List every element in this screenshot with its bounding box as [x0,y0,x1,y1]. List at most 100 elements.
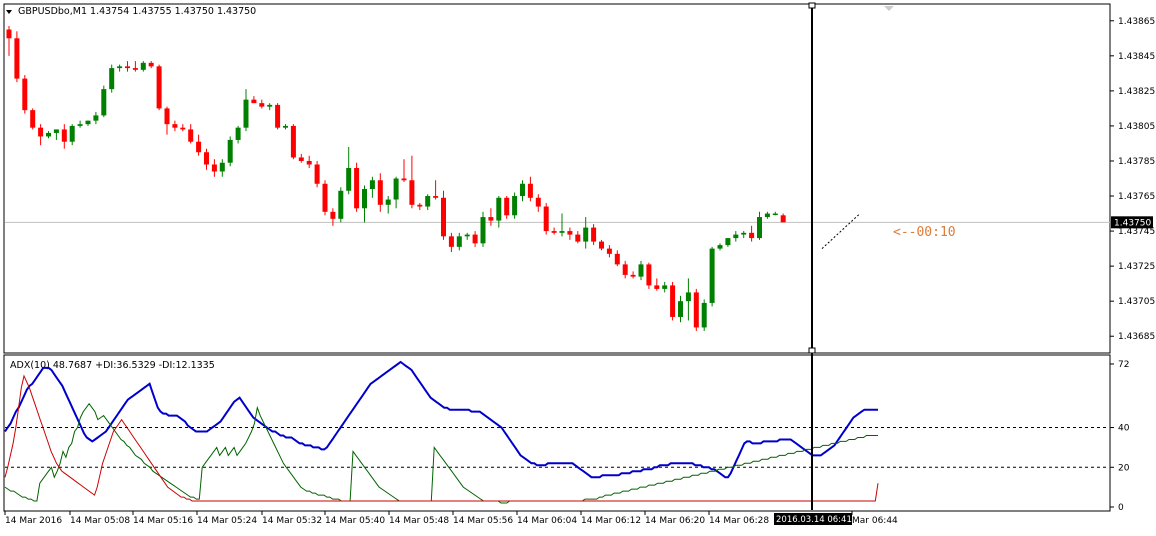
indicator-pane[interactable] [3,354,1111,512]
candle-body [69,125,75,142]
time-tick-label: 14 Mar 05:08 [70,516,130,526]
candle-body [425,196,431,207]
candle-body [101,89,107,116]
price-tick-label: 1.43805 [1118,122,1155,132]
candle-body [670,285,676,317]
time-tick-label: Mar 06:44 [852,516,898,526]
candle-body [156,66,162,109]
candle-body [283,125,288,128]
time-tick-label: 14 Mar 06:04 [517,516,577,526]
price-tick-label: 1.43865 [1118,17,1155,27]
candle-body [188,129,194,142]
price-tick-label: 1.43765 [1118,192,1155,202]
candle-body [243,99,249,128]
scroll-marker-icon [884,6,894,11]
candle-body [235,127,241,140]
candle-body [330,211,336,219]
candle-body [480,217,486,244]
candle-body [77,124,83,126]
candle-body [551,231,557,233]
candle-body [520,183,525,197]
trading-chart[interactable]: GBPUSDbo,M1 1.43754 1.43755 1.43750 1.43… [0,0,1156,536]
candle-body [504,197,510,216]
candle-body [678,301,683,317]
candle-body [472,234,478,244]
candle-body [322,183,328,212]
candle-body [219,162,225,172]
candle-body [227,139,233,163]
indicator-tick-label: 40 [1118,424,1130,434]
candle-body [93,115,99,121]
candle-body [338,190,344,219]
time-tick-label: 14 Mar 05:56 [453,516,513,526]
candle-body [290,125,296,158]
candle-body [701,302,707,328]
candle-body [764,213,770,218]
candle-body [393,178,399,200]
time-tick-label: 14 Mar 06:20 [645,516,705,526]
candle-body [196,141,202,153]
candle-body [132,68,138,70]
candle-body [314,164,320,184]
candle-body [267,104,273,107]
candle-body [662,285,668,289]
time-tick-label: 14 Mar 05:32 [262,516,322,526]
candle-body [354,167,360,209]
price-tick-label: 1.43725 [1118,262,1155,272]
candle-body [583,227,589,242]
candle-body [575,234,581,242]
menu-triangle-icon[interactable] [6,10,12,14]
candle-body [559,231,565,233]
price-tick-label: 1.43705 [1118,297,1155,307]
indicator-tick-label: 20 [1118,463,1130,473]
price-tick-label: 1.43825 [1118,87,1155,97]
candle-body [527,183,533,198]
series-adx [4,360,878,479]
candle-body [251,99,257,104]
time-tick-label: 14 Mar 2016 [5,516,62,526]
candle-body [306,160,312,165]
candle-body [780,215,786,223]
candle-body [409,180,415,205]
candle-body [85,120,91,125]
candle-body [275,104,281,128]
candle-body [362,189,367,209]
candle-body [125,66,130,69]
candle-body [346,167,352,191]
candle-body [599,241,604,249]
crosshair-time-text: 2016.03.14 06:41 [776,515,852,525]
series-plusminus-di [4,402,878,504]
candle-body [717,245,723,249]
indicator-tick-label: 72 [1118,360,1129,370]
candle-body [535,197,541,207]
price-pane[interactable] [3,3,1111,354]
candle-body [757,217,762,239]
candle-body [685,292,691,302]
time-tick-label: 14 Mar 05:24 [197,516,257,526]
candle-body [417,204,423,207]
candle-body [496,197,502,221]
price-tick-label: 1.43685 [1118,332,1155,342]
trend-dash [821,213,861,249]
candle-body [204,152,209,165]
time-tick-label: 14 Mar 05:40 [325,516,385,526]
time-tick-label: 14 Mar 06:28 [709,516,769,526]
candle-body [117,66,123,69]
candle-body [22,78,28,111]
candle-body [61,129,67,142]
time-tick-label: 14 Mar 05:48 [389,516,449,526]
bar-countdown: <--00:10 [893,225,956,240]
price-tick-label: 1.43845 [1118,52,1155,62]
candle-body [614,253,620,265]
crosshair-handle-top[interactable] [808,2,816,9]
candle-body [441,197,446,237]
crosshair-handle-bottom[interactable] [808,347,816,354]
current-price-text: 1.43750 [1114,218,1151,228]
symbol-header: GBPUSDbo,M1 1.43754 1.43755 1.43750 1.43… [18,6,256,17]
candle-body [709,248,715,303]
candle-body [448,236,454,247]
candle-body [646,264,652,286]
candles-layer [6,26,861,331]
candle-body [772,213,778,216]
candle-body [622,264,628,275]
